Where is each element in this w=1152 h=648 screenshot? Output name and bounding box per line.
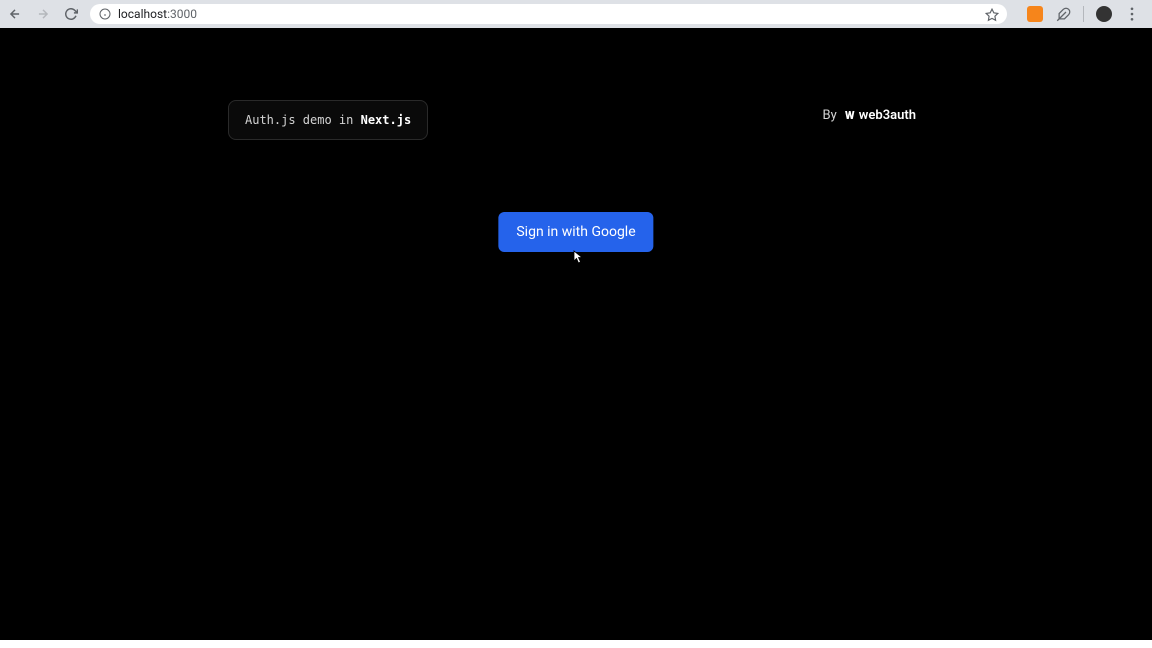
page-body: Auth.js demo in Next.js By W web3auth Si… [0, 28, 1152, 648]
web3auth-brand-text: web3auth [859, 108, 916, 123]
toolbar-right [1027, 6, 1144, 22]
pointer-cursor-icon [573, 250, 585, 264]
demo-badge: Auth.js demo in Next.js [228, 100, 428, 140]
browser-toolbar: localhost:3000 [0, 0, 1152, 28]
extensions-icon[interactable] [1055, 6, 1071, 22]
kebab-menu-icon[interactable] [1124, 6, 1140, 22]
reload-icon[interactable] [64, 7, 78, 21]
bookmark-star-icon[interactable] [985, 7, 999, 21]
url-host: localhost [118, 7, 167, 21]
badge-bold: Next.js [361, 113, 412, 127]
credit: By W web3auth [823, 108, 916, 123]
page-bottom-strip [0, 640, 1152, 648]
credit-by: By [823, 108, 837, 123]
toolbar-divider [1083, 6, 1084, 22]
url-text: localhost:3000 [118, 7, 979, 21]
profile-avatar-icon[interactable] [1096, 6, 1112, 22]
badge-prefix: Auth.js demo in [245, 113, 361, 127]
address-bar[interactable]: localhost:3000 [90, 4, 1007, 24]
web3auth-logo[interactable]: W web3auth [843, 108, 916, 123]
google-signin-button[interactable]: Sign in with Google [498, 212, 653, 252]
metamask-extension-icon[interactable] [1027, 6, 1043, 22]
back-icon[interactable] [8, 7, 22, 21]
forward-icon[interactable] [36, 7, 50, 21]
site-info-icon[interactable] [98, 7, 112, 21]
nav-buttons [8, 7, 78, 21]
url-port: :3000 [167, 7, 197, 21]
web3auth-mark-icon: W [843, 109, 857, 123]
